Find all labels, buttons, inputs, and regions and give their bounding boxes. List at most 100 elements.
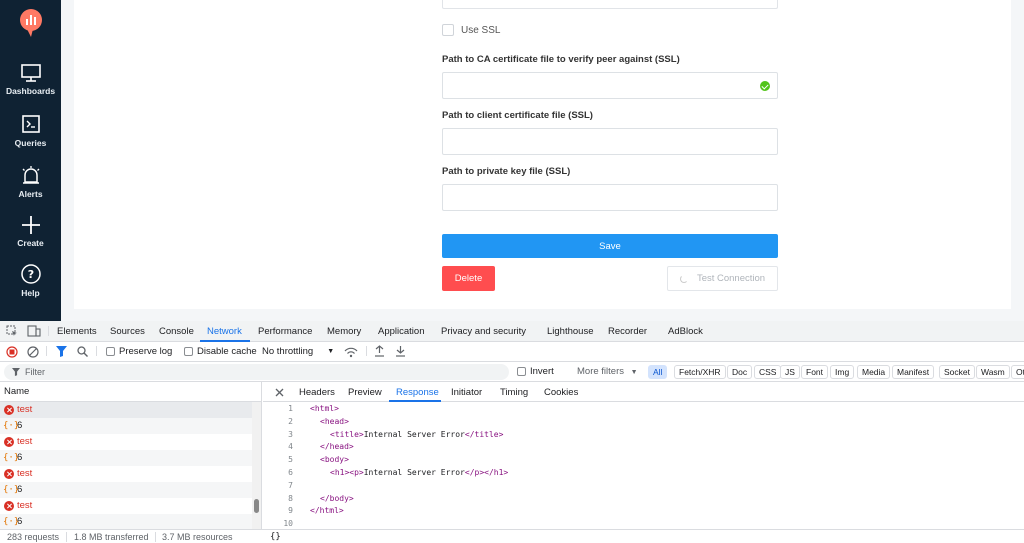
tab-sources[interactable]: Sources: [110, 326, 145, 337]
checkbox-box[interactable]: [184, 347, 193, 356]
checkbox-box[interactable]: [517, 367, 526, 376]
xhr-icon: {·}: [3, 453, 20, 463]
table-row[interactable]: {·} 6: [0, 450, 261, 466]
sidebar-item-queries[interactable]: Queries: [0, 115, 61, 148]
tab-initiator[interactable]: Initiator: [451, 387, 482, 398]
sidebar-item-label: Alerts: [18, 189, 43, 199]
table-row[interactable]: test: [0, 402, 261, 418]
tab-application[interactable]: Application: [378, 326, 424, 337]
tab-preview[interactable]: Preview: [348, 387, 382, 398]
previous-field-input[interactable]: [442, 0, 778, 9]
ca-cert-input[interactable]: [442, 72, 778, 99]
line-number: 6: [288, 467, 293, 477]
sidebar-item-label: Help: [21, 288, 40, 298]
line-number: 4: [288, 442, 293, 452]
throttling-value: No throttling: [262, 346, 314, 357]
delete-button[interactable]: Delete: [442, 266, 495, 291]
tab-lighthouse[interactable]: Lighthouse: [547, 326, 593, 337]
table-row[interactable]: {·} 6: [0, 482, 261, 498]
client-cert-input[interactable]: [442, 128, 778, 155]
tab-headers[interactable]: Headers: [299, 387, 335, 398]
tab-network[interactable]: Network: [207, 326, 242, 337]
line-number: 5: [288, 455, 293, 465]
type-filter-fetch-xhr[interactable]: Fetch/XHR: [674, 365, 726, 379]
response-body[interactable]: 1 <html> 2 <head> 3 <title>Internal Server Er…: [263, 403, 1024, 529]
devtools-tab-bar: Elements Sources Console Network Perform…: [0, 321, 1024, 342]
name-column-header[interactable]: Name: [0, 382, 261, 402]
test-connection-button[interactable]: Test Connection: [667, 266, 778, 291]
sidebar-item-create[interactable]: Create: [0, 215, 61, 248]
sidebar-item-help[interactable]: ? Help: [0, 263, 61, 298]
checkbox-box[interactable]: [442, 24, 454, 36]
network-conditions-icon[interactable]: [344, 346, 358, 358]
pretty-print-button[interactable]: {}: [270, 532, 281, 542]
preserve-log-label: Preserve log: [119, 346, 173, 357]
tab-elements[interactable]: Elements: [57, 326, 97, 337]
type-filter-other[interactable]: Ot: [1011, 365, 1024, 379]
table-row[interactable]: test: [0, 434, 261, 450]
private-key-input[interactable]: [442, 184, 778, 211]
tab-console[interactable]: Console: [159, 326, 194, 337]
type-filter-socket[interactable]: Socket: [939, 365, 975, 379]
error-icon: [4, 469, 14, 479]
clear-icon[interactable]: [27, 346, 39, 358]
tab-recorder[interactable]: Recorder: [608, 326, 647, 337]
tab-cookies[interactable]: Cookies: [544, 387, 578, 398]
type-filter-font[interactable]: Font: [801, 365, 829, 379]
sidebar-item-label: Queries: [14, 138, 47, 148]
code-line: 9 </html>: [263, 505, 1024, 518]
table-row[interactable]: {·} 6: [0, 418, 261, 434]
scrollbar-thumb[interactable]: [254, 499, 259, 513]
code-text: <h1><p>Internal Server Error</p></h1>: [330, 467, 509, 477]
filter-input[interactable]: Filter: [4, 364, 509, 380]
disable-cache-checkbox[interactable]: Disable cache: [184, 346, 257, 357]
redash-logo-icon[interactable]: [18, 8, 44, 38]
throttling-select[interactable]: No throttling ▼: [262, 346, 334, 357]
terminal-icon: [21, 115, 40, 133]
inspect-element-icon[interactable]: [6, 325, 18, 337]
sidebar: Dashboards Queries Alerts Create ? Help: [0, 0, 61, 321]
more-filters-dropdown[interactable]: More filters ▼: [577, 366, 638, 377]
code-text: <body>: [320, 455, 349, 465]
table-row[interactable]: test: [0, 498, 261, 514]
tab-response[interactable]: Response: [396, 387, 439, 398]
download-icon[interactable]: [395, 345, 406, 357]
code-line: 7: [263, 480, 1024, 493]
close-icon[interactable]: [275, 388, 284, 397]
tab-memory[interactable]: Memory: [327, 326, 361, 337]
sidebar-item-alerts[interactable]: Alerts: [0, 166, 61, 199]
filter-funnel-icon[interactable]: [56, 346, 67, 357]
search-icon[interactable]: [77, 346, 88, 357]
code-line: 4 </head>: [263, 441, 1024, 454]
upload-icon[interactable]: [374, 345, 385, 357]
sidebar-item-dashboards[interactable]: Dashboards: [0, 63, 61, 96]
preserve-log-checkbox[interactable]: Preserve log: [106, 346, 172, 357]
line-number: 2: [288, 416, 293, 426]
network-status-bar: 283 requests 1.8 MB transferred 3.7 MB r…: [0, 529, 1024, 543]
request-list-scrollbar[interactable]: [252, 402, 261, 529]
type-filter-all[interactable]: All: [648, 365, 668, 379]
record-stop-icon[interactable]: [6, 346, 18, 358]
device-toolbar-icon[interactable]: [27, 325, 41, 337]
tab-performance[interactable]: Performance: [258, 326, 312, 337]
invert-checkbox[interactable]: Invert: [517, 366, 554, 377]
type-filter-css[interactable]: CSS: [754, 365, 782, 379]
tab-timing[interactable]: Timing: [500, 387, 528, 398]
tab-adblock[interactable]: AdBlock: [668, 326, 703, 337]
type-filter-manifest[interactable]: Manifest: [892, 365, 935, 379]
tab-privacy-security[interactable]: Privacy and security: [441, 326, 526, 337]
type-filter-wasm[interactable]: Wasm: [976, 365, 1010, 379]
save-button[interactable]: Save: [442, 234, 778, 258]
table-row[interactable]: {·} 6: [0, 514, 261, 529]
xhr-icon: {·}: [3, 517, 20, 527]
type-filter-js[interactable]: JS: [780, 365, 800, 379]
table-row[interactable]: test: [0, 466, 261, 482]
type-filter-img[interactable]: Img: [830, 365, 855, 379]
use-ssl-checkbox[interactable]: Use SSL: [442, 24, 500, 36]
checkbox-box[interactable]: [106, 347, 115, 356]
error-icon: [4, 405, 14, 415]
type-filter-doc[interactable]: Doc: [727, 365, 753, 379]
request-name: test: [17, 404, 33, 415]
invert-label: Invert: [530, 366, 554, 377]
type-filter-media[interactable]: Media: [857, 365, 891, 379]
